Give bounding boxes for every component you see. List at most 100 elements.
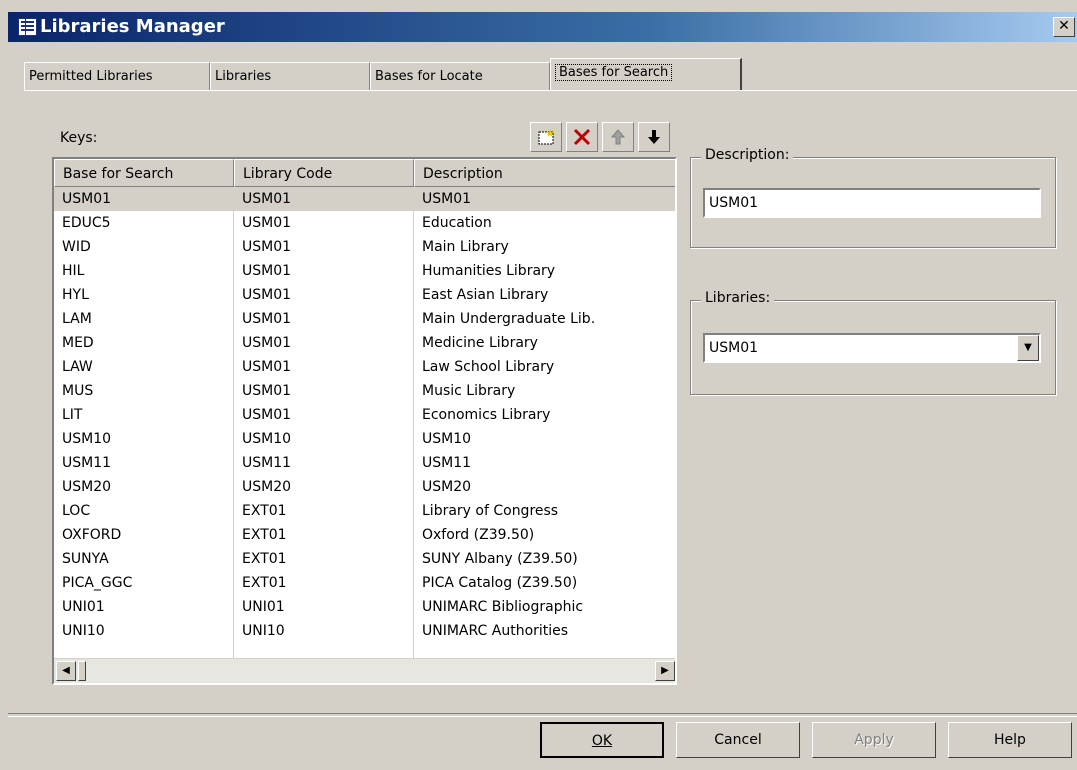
table-cell: USM01 [234, 355, 414, 379]
table-cell: USM01 [234, 235, 414, 259]
new-row-icon [538, 129, 554, 145]
table-cell: Main Library [414, 235, 675, 259]
table-row[interactable]: PICA_GGC EXT01 PICA Catalog (Z39.50) [54, 571, 675, 595]
table-row[interactable]: SUNYA EXT01 SUNY Albany (Z39.50) [54, 547, 675, 571]
cancel-button[interactable]: Cancel [676, 722, 800, 758]
table-cell: MED [54, 331, 234, 355]
table-cell: LIT [54, 403, 234, 427]
grid-header: Base for Search Library Code Description [54, 159, 675, 187]
description-group: Description: USM01 [690, 147, 1056, 248]
table-cell: UNI01 [234, 595, 414, 619]
column-header-library-code[interactable]: Library Code [234, 159, 414, 187]
arrow-up-icon [610, 129, 626, 145]
libraries-select-value: USM01 [709, 340, 759, 356]
window-title: Libraries Manager [40, 16, 225, 37]
chevron-down-icon[interactable]: ▼ [1017, 335, 1039, 361]
table-cell: USM01 [234, 307, 414, 331]
table-cell: SUNYA [54, 547, 234, 571]
table-row[interactable]: LIT USM01 Economics Library [54, 403, 675, 427]
table-cell: USM01 [234, 379, 414, 403]
title-bar: Libraries Manager ✕ [8, 12, 1077, 42]
help-button[interactable]: Help [948, 722, 1072, 758]
table-cell: LOC [54, 499, 234, 523]
table-row[interactable]: HYL USM01 East Asian Library [54, 283, 675, 307]
tab-bases-for-search[interactable]: Bases for Search [550, 58, 742, 90]
scroll-left-icon[interactable]: ◀ [56, 661, 76, 681]
table-row[interactable]: USM11 USM11 USM11 [54, 451, 675, 475]
button-divider [8, 713, 1077, 717]
app-icon [18, 18, 37, 36]
table-cell: UNIMARC Authorities [414, 619, 675, 643]
table-cell: Humanities Library [414, 259, 675, 283]
table-cell: USM01 [54, 187, 234, 211]
tab-permitted-libraries[interactable]: Permitted Libraries [24, 62, 210, 90]
horizontal-scrollbar[interactable]: ◀ ▶ [54, 658, 675, 683]
move-up-button[interactable] [602, 122, 634, 152]
table-cell: Law School Library [414, 355, 675, 379]
column-header-description[interactable]: Description [414, 159, 675, 187]
delete-icon [573, 128, 591, 146]
table-cell: USM11 [414, 451, 675, 475]
table-row[interactable]: LOC EXT01 Library of Congress [54, 499, 675, 523]
description-legend: Description: [701, 147, 794, 163]
table-cell: HYL [54, 283, 234, 307]
table-cell: MUS [54, 379, 234, 403]
table-cell: Main Undergraduate Lib. [414, 307, 675, 331]
table-row[interactable]: MED USM01 Medicine Library [54, 331, 675, 355]
delete-row-button[interactable] [566, 122, 598, 152]
ok-button[interactable]: OK [540, 722, 664, 758]
table-cell: USM01 [234, 403, 414, 427]
table-cell: Oxford (Z39.50) [414, 523, 675, 547]
description-field[interactable]: USM01 [703, 188, 1041, 218]
table-cell: Library of Congress [414, 499, 675, 523]
table-cell: USM01 [234, 187, 414, 211]
scroll-right-icon[interactable]: ▶ [655, 661, 675, 681]
table-cell: LAM [54, 307, 234, 331]
table-cell: USM11 [234, 451, 414, 475]
libraries-legend: Libraries: [701, 290, 775, 306]
column-header-base-for-search[interactable]: Base for Search [54, 159, 234, 187]
move-down-button[interactable] [638, 122, 670, 152]
apply-button: Apply [812, 722, 936, 758]
table-row[interactable]: WID USM01 Main Library [54, 235, 675, 259]
table-cell: SUNY Albany (Z39.50) [414, 547, 675, 571]
table-row[interactable]: USM01 USM01 USM01 [54, 187, 675, 211]
tab-bases-for-locate[interactable]: Bases for Locate [370, 62, 550, 90]
table-row[interactable]: OXFORD EXT01 Oxford (Z39.50) [54, 523, 675, 547]
tab-libraries[interactable]: Libraries [210, 62, 370, 90]
table-cell: UNI01 [54, 595, 234, 619]
table-cell: USM10 [234, 427, 414, 451]
table-cell: East Asian Library [414, 283, 675, 307]
grid-toolbar [530, 122, 672, 152]
table-cell: USM01 [234, 331, 414, 355]
table-cell: PICA Catalog (Z39.50) [414, 571, 675, 595]
table-cell: EXT01 [234, 547, 414, 571]
table-cell: WID [54, 235, 234, 259]
table-row[interactable]: UNI01 UNI01 UNIMARC Bibliographic [54, 595, 675, 619]
table-row[interactable]: LAW USM01 Law School Library [54, 355, 675, 379]
table-cell: Music Library [414, 379, 675, 403]
table-row[interactable]: LAM USM01 Main Undergraduate Lib. [54, 307, 675, 331]
table-cell: USM20 [414, 475, 675, 499]
table-cell: USM10 [414, 427, 675, 451]
table-row[interactable]: USM20 USM20 USM20 [54, 475, 675, 499]
table-cell: UNI10 [234, 619, 414, 643]
table-cell: OXFORD [54, 523, 234, 547]
table-row[interactable]: HIL USM01 Humanities Library [54, 259, 675, 283]
table-row[interactable]: EDUC5 USM01 Education [54, 211, 675, 235]
scroll-thumb[interactable] [78, 661, 86, 681]
table-row[interactable]: UNI10 UNI10 UNIMARC Authorities [54, 619, 675, 643]
libraries-group: Libraries: USM01 ▼ [690, 290, 1056, 395]
bases-grid[interactable]: Base for Search Library Code Description… [52, 157, 677, 685]
table-cell: Economics Library [414, 403, 675, 427]
table-row[interactable]: USM10 USM10 USM10 [54, 427, 675, 451]
table-cell: USM01 [234, 211, 414, 235]
new-row-button[interactable] [530, 122, 562, 152]
table-cell: USM01 [234, 259, 414, 283]
libraries-select[interactable]: USM01 ▼ [703, 333, 1041, 363]
table-cell: LAW [54, 355, 234, 379]
table-cell: HIL [54, 259, 234, 283]
table-row[interactable]: MUS USM01 Music Library [54, 379, 675, 403]
close-button[interactable]: ✕ [1053, 17, 1075, 37]
table-cell: EDUC5 [54, 211, 234, 235]
